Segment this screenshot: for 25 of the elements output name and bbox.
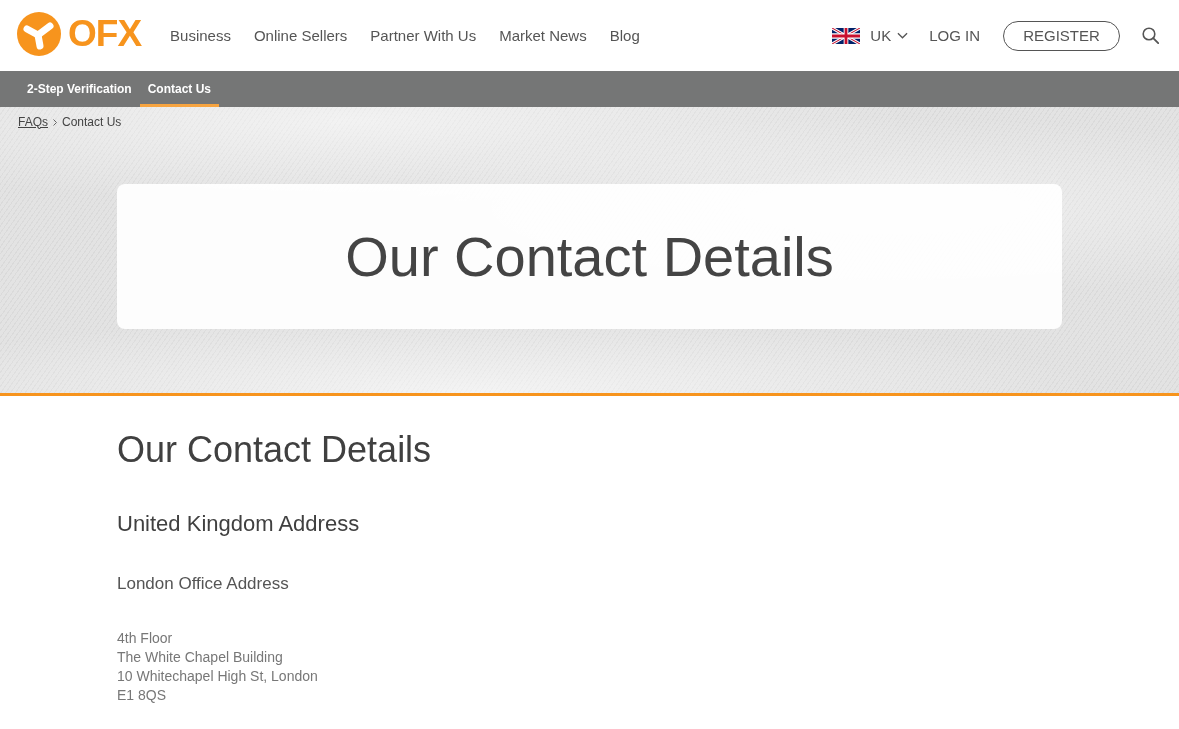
nav-link[interactable]: Business	[170, 27, 231, 44]
breadcrumb-link[interactable]: FAQs	[18, 114, 48, 129]
login-link[interactable]: LOG IN	[929, 27, 980, 44]
nav-link[interactable]: Online Sellers	[253, 27, 348, 44]
search-button[interactable]	[1142, 27, 1159, 44]
nav-link[interactable]: Market News	[499, 27, 587, 44]
page-heading: Our Contact Details	[117, 428, 433, 472]
address-line: 10 Whitechapel High St, London	[117, 667, 319, 686]
subnav-tab[interactable]: 2-Step Verification	[19, 71, 140, 107]
address-line: The White Chapel Building	[117, 648, 284, 667]
flag-icon	[832, 27, 861, 44]
address-line: 4th Floor	[117, 629, 174, 648]
region-selector[interactable]: UK	[832, 27, 909, 44]
address-line: E1 8QS	[117, 686, 168, 705]
hero-title: Our Contact Details	[345, 223, 834, 290]
section-heading: United Kingdom Address	[117, 510, 361, 538]
register-button[interactable]: REGISTER	[1003, 20, 1120, 51]
logo-icon	[17, 11, 61, 56]
nav-link[interactable]: Blog	[609, 27, 640, 44]
search-icon	[1142, 27, 1159, 44]
chevron-down-icon	[897, 32, 909, 39]
office-heading: London Office Address	[117, 573, 290, 595]
nav-link[interactable]: Partner With Us	[370, 27, 477, 44]
breadcrumb-current: Contact Us	[62, 114, 122, 129]
chevron-right-icon	[53, 118, 57, 126]
